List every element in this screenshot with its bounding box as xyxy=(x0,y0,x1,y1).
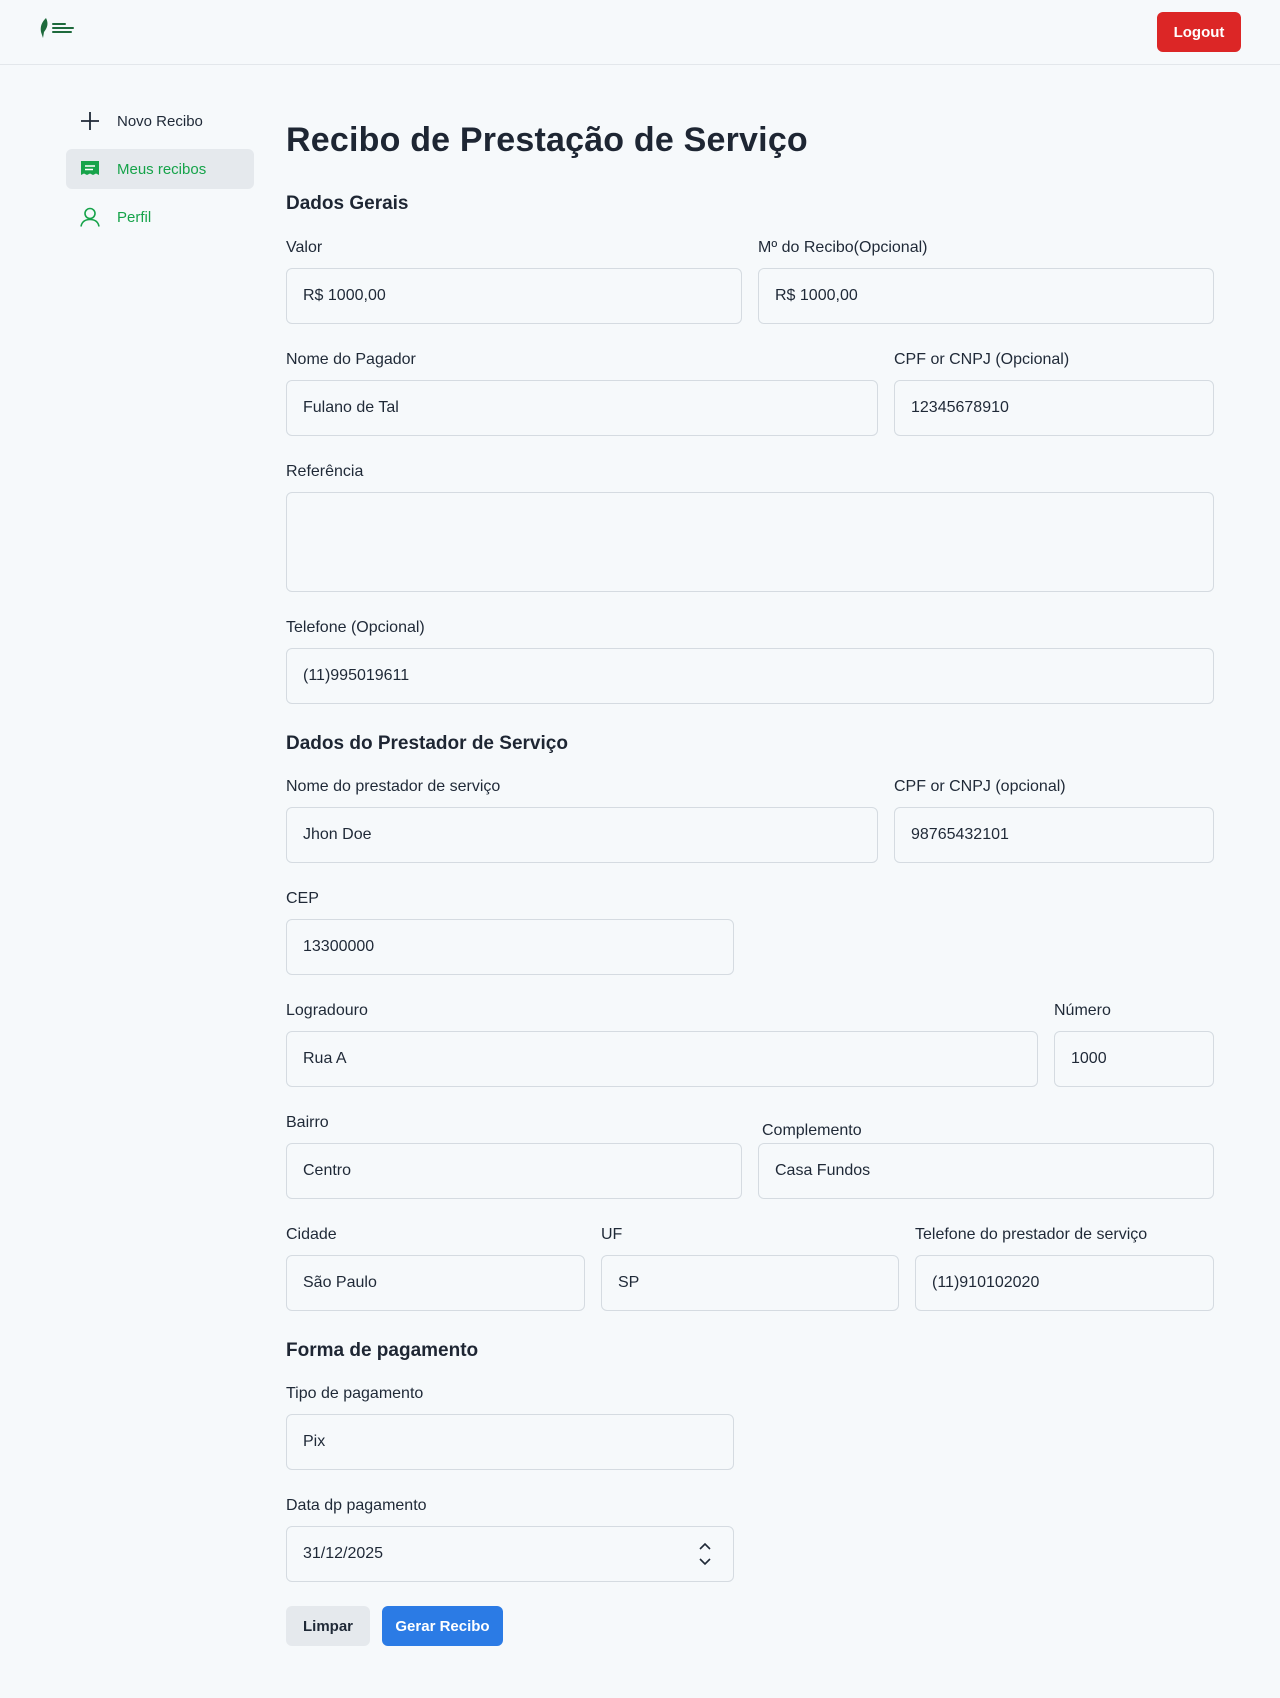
cpf-pagador-input[interactable] xyxy=(894,380,1214,436)
pagador-label: Nome do Pagador xyxy=(286,351,416,368)
uf-input[interactable] xyxy=(601,1255,899,1311)
section-title-prestador: Dados do Prestador de Serviço xyxy=(286,733,568,754)
referencia-textarea[interactable] xyxy=(286,492,1214,592)
sidebar-item-meus-recibos[interactable]: Meus recibos xyxy=(66,149,254,189)
logout-button[interactable]: Logout xyxy=(1157,12,1241,52)
prestador-cpf-input[interactable] xyxy=(894,807,1214,863)
bairro-label: Bairro xyxy=(286,1114,329,1131)
telefone-label: Telefone (Opcional) xyxy=(286,619,425,636)
logo-wordmark xyxy=(52,23,74,33)
sidebar: Novo Recibo Meus recibos Perfil xyxy=(66,101,254,245)
tipo-pagamento-input[interactable] xyxy=(286,1414,734,1470)
data-pagamento-input[interactable] xyxy=(286,1526,734,1582)
cpf-pagador-label: CPF or CNPJ (Opcional) xyxy=(894,351,1070,368)
numero-label: Número xyxy=(1054,1002,1111,1019)
top-bar: Logout xyxy=(0,0,1280,65)
cep-input[interactable] xyxy=(286,919,734,975)
cep-label: CEP xyxy=(286,890,319,907)
uf-label: UF xyxy=(601,1226,623,1243)
logradouro-label: Logradouro xyxy=(286,1002,368,1019)
valor-input[interactable] xyxy=(286,268,742,324)
tipo-pagamento-label: Tipo de pagamento xyxy=(286,1385,424,1402)
date-stepper[interactable] xyxy=(698,1542,712,1566)
valor-label: Valor xyxy=(286,239,323,256)
sidebar-item-perfil[interactable]: Perfil xyxy=(66,197,254,237)
plus-icon xyxy=(79,110,101,132)
prestador-telefone-input[interactable] xyxy=(915,1255,1214,1311)
data-pagamento-field xyxy=(286,1526,734,1582)
numero-recibo-input[interactable] xyxy=(758,268,1214,324)
chevron-down-icon[interactable] xyxy=(699,1558,711,1566)
chevron-up-icon[interactable] xyxy=(699,1542,711,1550)
app-logo[interactable] xyxy=(40,16,76,40)
generate-receipt-button[interactable]: Gerar Recibo xyxy=(382,1606,503,1646)
section-title-pagamento: Forma de pagamento xyxy=(286,1340,479,1361)
logradouro-input[interactable] xyxy=(286,1031,1038,1087)
numero-input[interactable] xyxy=(1054,1031,1214,1087)
sidebar-item-label: Novo Recibo xyxy=(117,112,203,130)
bairro-input[interactable] xyxy=(286,1143,742,1199)
numero-recibo-label: Mº do Recibo(Opcional) xyxy=(758,239,928,256)
sidebar-item-label: Perfil xyxy=(117,208,152,226)
sidebar-item-novo-recibo[interactable]: Novo Recibo xyxy=(66,101,254,141)
data-pagamento-label: Data dp pagamento xyxy=(286,1497,427,1514)
section-title-dados-gerais: Dados Gerais xyxy=(286,193,409,214)
receipt-icon xyxy=(79,158,101,180)
cidade-input[interactable] xyxy=(286,1255,585,1311)
leaf-logo-icon xyxy=(40,18,48,38)
complemento-input[interactable] xyxy=(758,1143,1214,1199)
user-icon xyxy=(79,206,101,228)
prestador-telefone-label: Telefone do prestador de serviço xyxy=(915,1226,1148,1243)
clear-button[interactable]: Limpar xyxy=(286,1606,370,1646)
referencia-label: Referência xyxy=(286,463,364,480)
sidebar-item-label: Meus recibos xyxy=(117,160,207,178)
telefone-input[interactable] xyxy=(286,648,1214,704)
prestador-nome-label: Nome do prestador de serviço xyxy=(286,778,501,795)
prestador-cpf-label: CPF or CNPJ (opcional) xyxy=(894,778,1066,795)
prestador-nome-input[interactable] xyxy=(286,807,878,863)
cidade-label: Cidade xyxy=(286,1226,337,1243)
page-title: Recibo de Prestação de Serviço xyxy=(286,121,808,159)
complemento-label: Complemento xyxy=(762,1122,862,1139)
pagador-input[interactable] xyxy=(286,380,878,436)
